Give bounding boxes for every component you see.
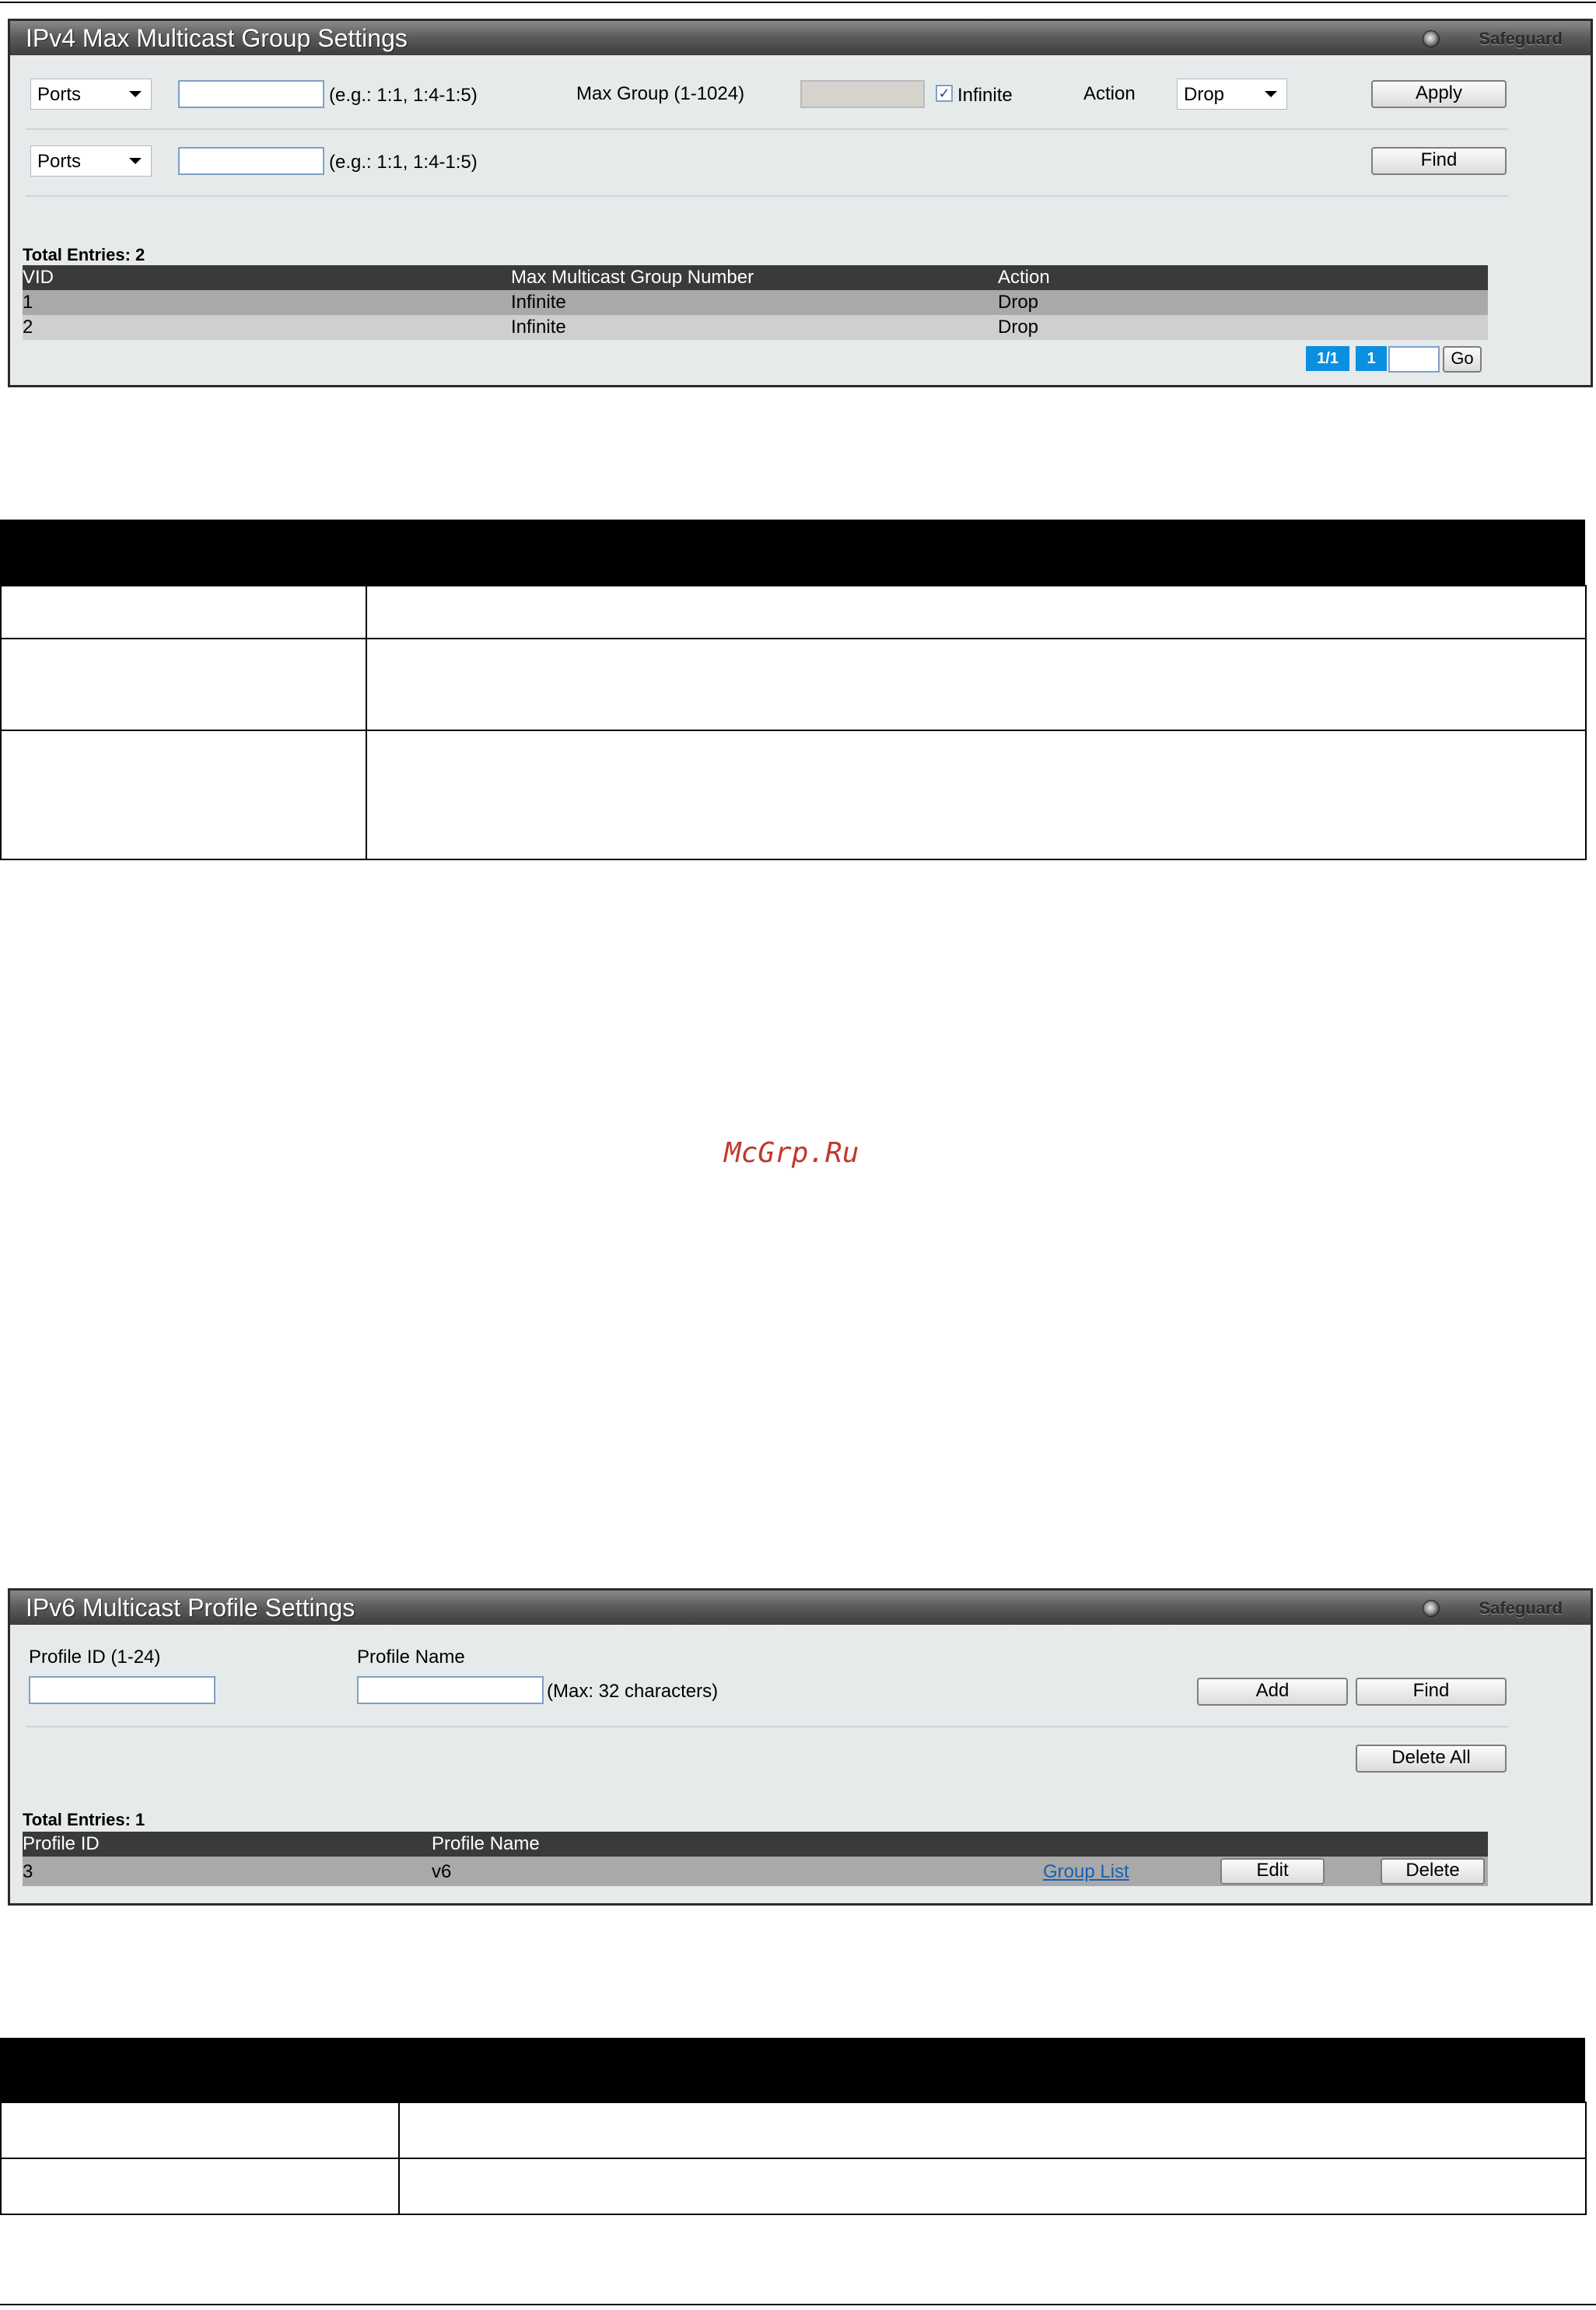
top-rule: [0, 2, 1596, 3]
watermark: McGrp.Ru: [724, 1137, 859, 1169]
find-ports-input[interactable]: [178, 147, 324, 175]
header-action: Action: [998, 267, 1050, 288]
description-row-divider: [0, 2158, 1587, 2159]
max-group-label: Max Group (1-1024): [576, 83, 745, 104]
safeguard-icon: [1423, 1600, 1440, 1617]
panel-titlebar: IPv4 Max Multicast Group Settings Safegu…: [10, 21, 1591, 55]
description-table-header: [0, 2038, 1585, 2103]
group-list-link[interactable]: Group List: [1043, 1861, 1129, 1883]
description-table: [0, 585, 1587, 860]
find-ports-select[interactable]: Ports: [30, 145, 152, 177]
separator: [26, 195, 1508, 197]
panel-title: IPv6 Multicast Profile Settings: [26, 1594, 355, 1622]
chevron-down-icon: [1265, 91, 1277, 97]
panel-title: IPv4 Max Multicast Group Settings: [26, 24, 408, 52]
profile-id-label: Profile ID (1-24): [29, 1647, 161, 1668]
profile-id-input[interactable]: [29, 1676, 215, 1704]
find-ports-select-value: Ports: [37, 151, 82, 172]
description-column-divider: [366, 585, 367, 860]
max-group-input[interactable]: [800, 80, 925, 108]
delete-all-button[interactable]: Delete All: [1356, 1745, 1507, 1773]
profile-name-hint: (Max: 32 characters): [547, 1681, 719, 1702]
find-button[interactable]: Find: [1356, 1678, 1507, 1706]
header-vid: VID: [23, 267, 54, 288]
ports-hint: (e.g.: 1:1, 1:4-1:5): [329, 85, 478, 106]
add-button[interactable]: Add: [1197, 1678, 1348, 1706]
header-profile-id: Profile ID: [23, 1833, 100, 1854]
chevron-down-icon: [129, 91, 142, 97]
separator: [26, 128, 1508, 130]
cell-profile-id: 3: [23, 1861, 33, 1882]
page-indicator: 1/1: [1306, 346, 1349, 371]
ports-select[interactable]: Ports: [30, 79, 152, 110]
panel-titlebar: IPv6 Multicast Profile Settings Safeguar…: [10, 1591, 1591, 1625]
bottom-rule: [0, 2304, 1596, 2305]
cell-profile-name: v6: [432, 1861, 452, 1882]
chevron-down-icon: [129, 158, 142, 164]
ports-input[interactable]: [178, 80, 324, 108]
cell-vid: 1: [23, 292, 33, 313]
delete-button[interactable]: Delete: [1381, 1858, 1485, 1885]
description-row-divider: [0, 730, 1587, 731]
header-profile-name: Profile Name: [432, 1833, 540, 1854]
page-input[interactable]: [1388, 346, 1440, 373]
total-entries: Total Entries: 2: [23, 245, 145, 264]
cell-action: Drop: [998, 292, 1039, 313]
safeguard-label: Safeguard: [1479, 29, 1563, 48]
ipv4-max-multicast-panel: IPv4 Max Multicast Group Settings Safegu…: [8, 19, 1593, 387]
edit-button[interactable]: Edit: [1220, 1858, 1325, 1885]
ports-select-value: Ports: [37, 84, 82, 105]
table-row: 2 Infinite Drop: [23, 315, 1488, 340]
action-select-value: Drop: [1184, 84, 1225, 105]
find-button[interactable]: Find: [1371, 147, 1507, 175]
cell-max-group: Infinite: [511, 292, 566, 313]
profile-name-input[interactable]: [357, 1676, 544, 1704]
action-label: Action: [1083, 83, 1136, 104]
cell-vid: 2: [23, 317, 33, 338]
safeguard-icon: [1423, 30, 1440, 47]
cell-max-group: Infinite: [511, 317, 566, 338]
table-row: 3 v6 Group List Edit Delete: [23, 1857, 1488, 1886]
table-header: VID Max Multicast Group Number Action: [23, 265, 1488, 290]
apply-button[interactable]: Apply: [1371, 80, 1507, 108]
find-ports-hint: (e.g.: 1:1, 1:4-1:5): [329, 152, 478, 173]
infinite-label: Infinite: [957, 85, 1013, 106]
go-button[interactable]: Go: [1443, 346, 1482, 373]
header-max-group: Max Multicast Group Number: [511, 267, 754, 288]
table-row: 1 Infinite Drop: [23, 290, 1488, 315]
ipv6-multicast-profile-panel: IPv6 Multicast Profile Settings Safeguar…: [8, 1588, 1593, 1906]
profile-name-label: Profile Name: [357, 1647, 465, 1668]
page-link[interactable]: 1: [1356, 346, 1387, 371]
table-header: Profile ID Profile Name: [23, 1832, 1488, 1857]
description-table-header: [0, 520, 1585, 586]
total-entries: Total Entries: 1: [23, 1810, 145, 1829]
cell-action: Drop: [998, 317, 1039, 338]
safeguard-label: Safeguard: [1479, 1598, 1563, 1618]
description-row-divider: [0, 638, 1587, 639]
action-select[interactable]: Drop: [1177, 79, 1287, 110]
infinite-checkbox[interactable]: ✓: [936, 85, 953, 102]
separator: [26, 1726, 1508, 1727]
